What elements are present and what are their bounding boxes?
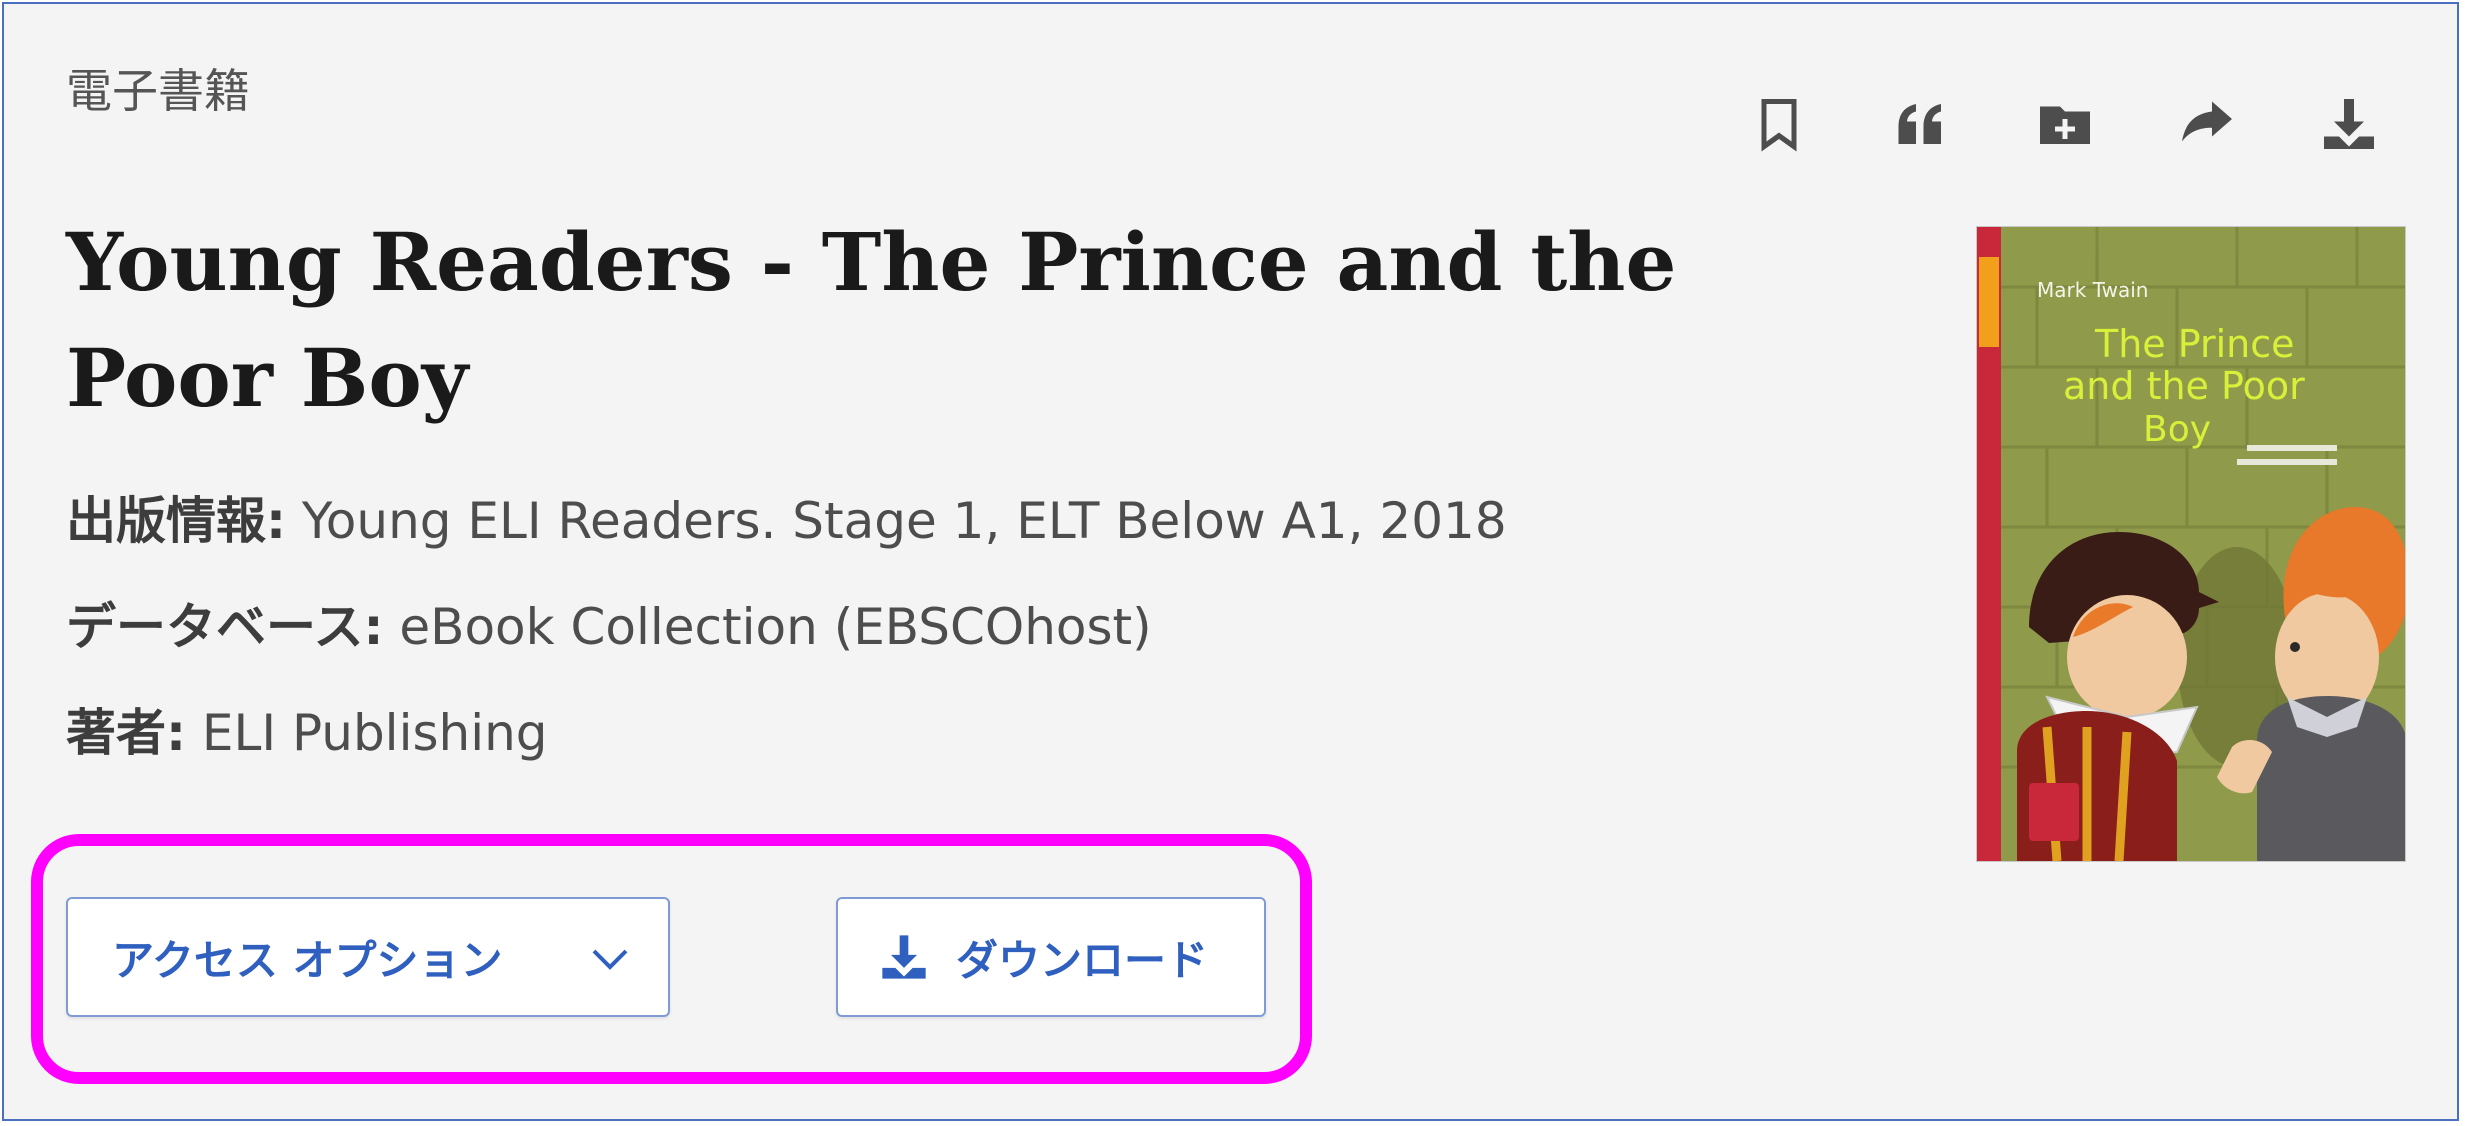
quote-icon [1898, 104, 1941, 144]
content-type-label: 電子書籍 [66, 64, 250, 118]
book-cover[interactable]: Mark Twain The Prince and the Poor Boy [1976, 226, 2406, 862]
download-button-label: ダウンロード [956, 935, 1209, 985]
cover-author-text: Mark Twain [2037, 278, 2148, 302]
author-label: 著者: [66, 704, 186, 762]
add-folder-icon [2040, 106, 2090, 144]
chevron-down-icon [592, 949, 628, 970]
database-value: eBook Collection (EBSCOhost) [383, 598, 1152, 656]
database-label: データベース: [66, 598, 384, 656]
cover-title-line-3: Boy [2143, 409, 2211, 450]
share-icon [2182, 101, 2232, 142]
download-toolbar-button[interactable] [2309, 84, 2389, 164]
publication-info-value: Young ELI Readers. Stage 1, ELT Below A1… [286, 492, 1507, 550]
record-panel: 電子書籍 Young Readers - The Prince and the … [2, 2, 2459, 1121]
bookmark-icon [1761, 99, 1797, 152]
author-value: ELI Publishing [186, 704, 548, 762]
record-toolbar [1739, 84, 2419, 164]
bookmark-button[interactable] [1739, 84, 1819, 164]
download-icon [882, 935, 926, 979]
cover-title-line-2: and the Poor [2063, 364, 2305, 408]
book-cover-image: Mark Twain The Prince and the Poor Boy [1977, 227, 2405, 861]
author-info: 著者: ELI Publishing [66, 708, 548, 758]
cover-title-line-1: The Prince [2094, 322, 2295, 366]
record-title[interactable]: Young Readers - The Prince and the Poor … [66, 204, 1806, 436]
access-options-dropdown[interactable]: アクセス オプション [66, 897, 670, 1017]
database-info: データベース: eBook Collection (EBSCOhost) [66, 602, 1152, 652]
share-button[interactable] [2167, 84, 2247, 164]
access-options-label: アクセス オプション [112, 935, 503, 985]
download-icon [2324, 99, 2374, 149]
publication-info: 出版情報: Young ELI Readers. Stage 1, ELT Be… [66, 496, 1507, 546]
download-button[interactable]: ダウンロード [836, 897, 1266, 1017]
add-to-folder-button[interactable] [2025, 84, 2105, 164]
cite-button[interactable] [1881, 84, 1961, 164]
publication-info-label: 出版情報: [66, 492, 286, 550]
